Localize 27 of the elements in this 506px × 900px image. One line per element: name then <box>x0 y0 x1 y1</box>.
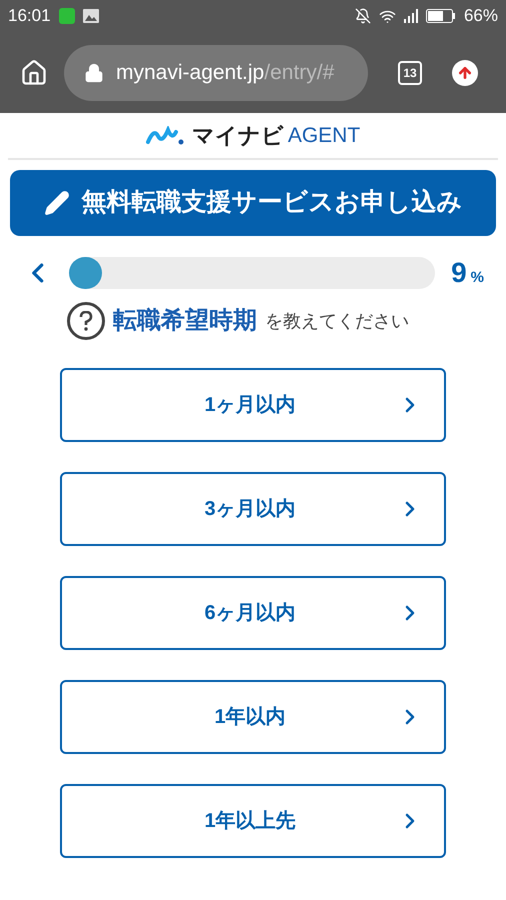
url-text: mynavi-agent.jp/entry/# <box>116 60 334 86</box>
battery-icon <box>426 9 456 23</box>
answer-option-button[interactable]: 3ヶ月以内 <box>60 472 446 546</box>
question-text: を教えてください <box>265 310 409 332</box>
image-icon <box>82 9 99 23</box>
answer-option-button[interactable]: 6ヶ月以内 <box>60 576 446 650</box>
tab-count[interactable]: 13 <box>398 60 422 84</box>
logo-agent: AGENT <box>288 122 360 149</box>
chat-app-icon <box>58 8 75 24</box>
question-topic: 転職希望時期 <box>113 306 257 336</box>
help-icon <box>67 302 105 340</box>
lock-icon <box>84 62 104 82</box>
signal-icon <box>404 9 418 23</box>
answer-option-button[interactable]: 1年以上先 <box>60 784 446 858</box>
home-icon[interactable] <box>20 58 48 86</box>
status-time: 16:01 <box>8 5 51 28</box>
pencil-icon <box>44 190 70 216</box>
address-bar[interactable]: mynavi-agent.jp/entry/# <box>64 44 368 100</box>
upload-icon[interactable] <box>452 60 478 86</box>
bell-off-icon <box>354 8 371 24</box>
logo-kana: マイナビ <box>192 122 284 150</box>
answer-option-button[interactable]: 1ヶ月以内 <box>60 368 446 442</box>
battery-level: 66% <box>464 5 498 28</box>
progress-unit: % <box>470 268 484 288</box>
progress-value: 9 <box>451 256 467 290</box>
service-signup-button[interactable]: 無料転職支援サービスお申し込み <box>10 170 496 236</box>
answer-option-button[interactable]: 1年以内 <box>60 680 446 754</box>
